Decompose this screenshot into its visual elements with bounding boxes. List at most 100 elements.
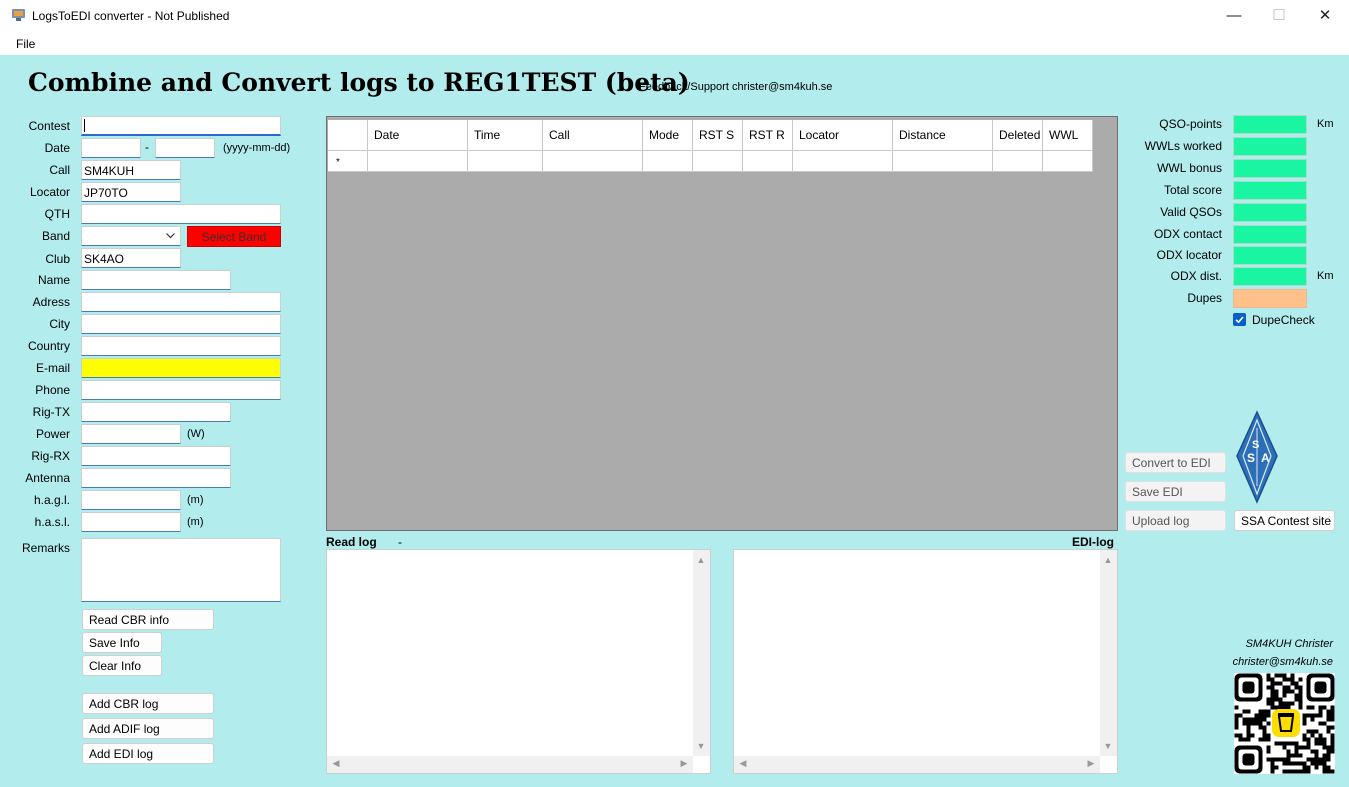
hasl-input[interactable] <box>81 512 181 532</box>
odx-contact-field <box>1233 225 1307 244</box>
adress-input[interactable] <box>81 292 281 312</box>
grid-new-row-marker[interactable]: * <box>328 151 368 172</box>
hagl-input[interactable] <box>81 490 181 510</box>
club-label: Club <box>45 252 70 266</box>
odx-locator-label: ODX locator <box>1156 248 1222 262</box>
scroll-right-icon[interactable]: ▶ <box>1085 758 1097 769</box>
email-input[interactable] <box>81 358 281 378</box>
qso-points-field <box>1233 115 1307 134</box>
grid-header-mode[interactable]: Mode <box>643 120 693 151</box>
credits-email: christer@sm4kuh.se <box>1232 656 1333 668</box>
grid-header-distance[interactable]: Distance <box>893 120 993 151</box>
chevron-down-icon <box>166 233 175 239</box>
grid-header-date[interactable]: Date <box>368 120 468 151</box>
wwl-bonus-field <box>1233 159 1307 178</box>
rig-rx-input[interactable] <box>81 446 231 466</box>
contest-input[interactable] <box>81 116 281 136</box>
select-band-button[interactable]: Select Band <box>187 226 281 247</box>
grid-cell[interactable] <box>693 151 743 172</box>
name-label: Name <box>37 273 70 287</box>
antenna-label: Antenna <box>25 471 70 485</box>
wwls-worked-label: WWLs worked <box>1144 139 1222 153</box>
name-input[interactable] <box>81 270 231 290</box>
edi-log-hscrollbar[interactable] <box>734 756 1100 773</box>
grid-cell[interactable] <box>743 151 793 172</box>
scroll-left-icon[interactable]: ◀ <box>737 758 749 769</box>
close-button[interactable]: ✕ <box>1302 0 1348 33</box>
scroll-up-icon[interactable]: ▲ <box>695 555 707 565</box>
dupes-field <box>1233 289 1307 308</box>
odx-dist-unit: Km <box>1317 270 1334 282</box>
clear-info-button[interactable]: Clear Info <box>82 655 162 676</box>
ssa-contest-site-button[interactable]: SSA Contest site <box>1234 510 1335 531</box>
grid-cell[interactable] <box>543 151 643 172</box>
edi-log-label: EDI-log <box>1072 535 1114 549</box>
grid-cell[interactable] <box>1043 151 1093 172</box>
grid-cell[interactable] <box>793 151 893 172</box>
qr-code[interactable] <box>1234 673 1335 774</box>
logo-letter: S <box>1247 451 1255 465</box>
band-label: Band <box>41 229 70 243</box>
grid-header-time[interactable]: Time <box>468 120 543 151</box>
scroll-down-icon[interactable]: ▼ <box>695 741 707 751</box>
edi-log-textarea[interactable] <box>733 549 1118 774</box>
add-adif-log-button[interactable]: Add ADIF log <box>82 718 214 739</box>
hagl-unit: (m) <box>187 494 204 506</box>
qth-label: QTH <box>44 207 70 221</box>
phone-input[interactable] <box>81 380 281 400</box>
grid-header-rst-r[interactable]: RST R <box>743 120 793 151</box>
grid-cell[interactable] <box>893 151 993 172</box>
date-to-input[interactable] <box>155 138 215 158</box>
date-from-input[interactable] <box>81 138 141 158</box>
call-input[interactable]: SM4KUH <box>81 160 181 180</box>
dupecheck-label[interactable]: DupeCheck <box>1252 313 1315 327</box>
save-info-button[interactable]: Save Info <box>82 632 162 653</box>
read-log-vscrollbar[interactable] <box>693 550 710 756</box>
locator-input[interactable]: JP70TO <box>81 182 181 202</box>
grid-cell[interactable] <box>993 151 1043 172</box>
club-input[interactable]: SK4AO <box>81 248 181 268</box>
antenna-input[interactable] <box>81 468 231 488</box>
dupecheck-checkbox[interactable] <box>1233 313 1246 326</box>
save-edi-button[interactable]: Save EDI <box>1125 481 1226 502</box>
grid-cell[interactable] <box>643 151 693 172</box>
city-label: City <box>49 317 70 331</box>
qth-input[interactable] <box>81 204 281 224</box>
adress-label: Adress <box>32 295 70 309</box>
remarks-textarea[interactable] <box>81 538 281 602</box>
minimize-button[interactable]: — <box>1211 0 1257 33</box>
read-log-textarea[interactable] <box>326 549 711 774</box>
grid-header-wwl[interactable]: WWL <box>1043 120 1093 151</box>
wwls-worked-field <box>1233 137 1307 156</box>
maximize-button[interactable]: ☐ <box>1256 0 1302 33</box>
edi-log-vscrollbar[interactable] <box>1100 550 1117 756</box>
rig-rx-label: Rig-RX <box>31 449 70 463</box>
menu-file[interactable]: File <box>16 37 35 51</box>
country-input[interactable] <box>81 336 281 356</box>
add-edi-log-button[interactable]: Add EDI log <box>82 743 214 764</box>
upload-log-button[interactable]: Upload log <box>1125 510 1226 531</box>
qso-grid[interactable] <box>326 116 1118 531</box>
city-input[interactable] <box>81 314 281 334</box>
dupes-label: Dupes <box>1187 291 1222 305</box>
read-cbr-info-button[interactable]: Read CBR info <box>82 609 214 630</box>
scroll-right-icon[interactable]: ▶ <box>678 758 690 769</box>
grid-cell[interactable] <box>368 151 468 172</box>
add-cbr-log-button[interactable]: Add CBR log <box>82 693 214 714</box>
scroll-down-icon[interactable]: ▼ <box>1102 741 1114 751</box>
convert-to-edi-button[interactable]: Convert to EDI <box>1125 452 1226 473</box>
read-log-hscrollbar[interactable] <box>327 756 693 773</box>
grid-corner-header <box>328 120 368 151</box>
scroll-up-icon[interactable]: ▲ <box>1102 555 1114 565</box>
date-format-hint: (yyyy-mm-dd) <box>223 142 291 154</box>
grid-header-locator[interactable]: Locator <box>793 120 893 151</box>
grid-header-call[interactable]: Call <box>543 120 643 151</box>
menu-bar: File <box>0 33 1349 55</box>
grid-header-rst-s[interactable]: RST S <box>693 120 743 151</box>
grid-header-deleted[interactable]: Deleted <box>993 120 1043 151</box>
power-input[interactable] <box>81 424 181 444</box>
band-select[interactable] <box>81 226 181 246</box>
scroll-left-icon[interactable]: ◀ <box>330 758 342 769</box>
grid-cell[interactable] <box>468 151 543 172</box>
rig-tx-input[interactable] <box>81 402 231 422</box>
